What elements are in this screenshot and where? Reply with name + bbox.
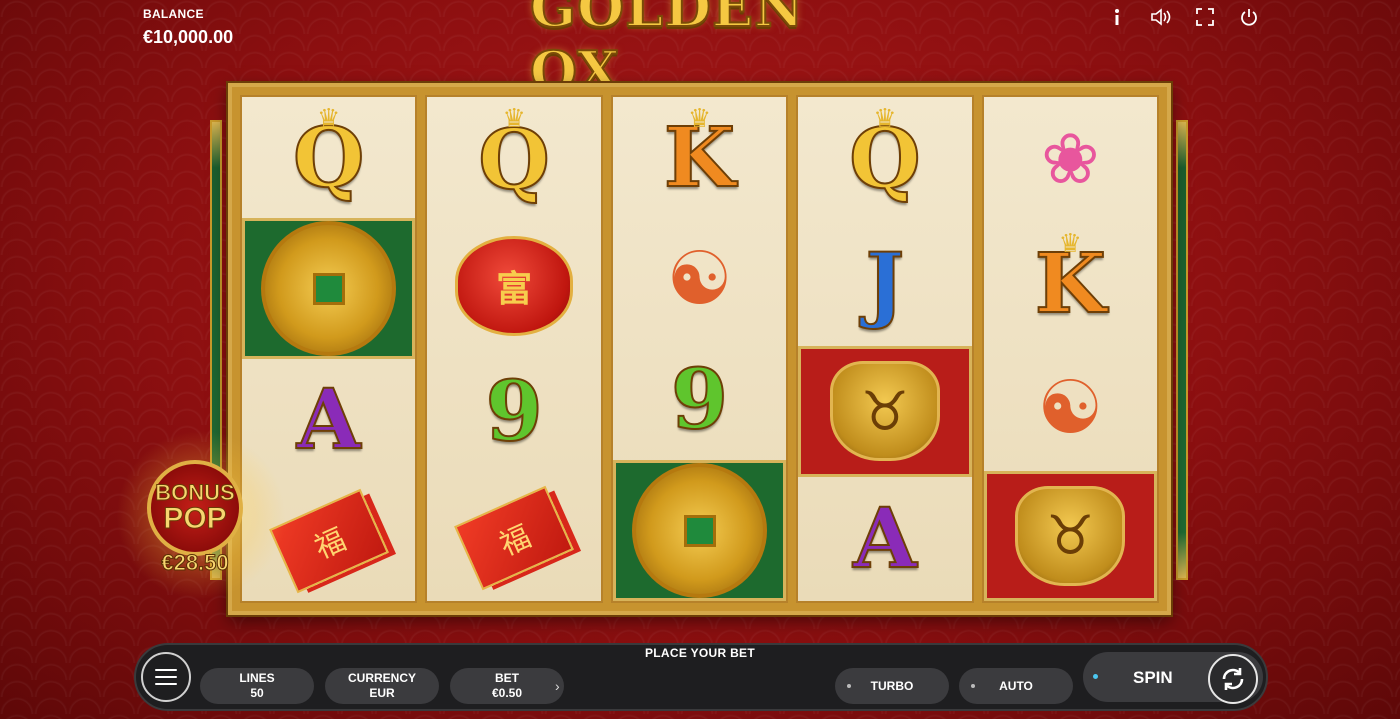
symbol-golden-ox: ♉ <box>798 346 972 477</box>
crown-icon: ♛ <box>687 103 712 133</box>
symbol-letter: A <box>296 371 362 468</box>
bet-value: €0.50 <box>491 686 523 700</box>
spin-indicator <box>1093 674 1098 679</box>
menu-button[interactable] <box>141 652 191 702</box>
koi-fish-icon: ☯ <box>666 236 733 320</box>
bonus-pop-disc: BONUS POP <box>147 460 243 556</box>
info-icon[interactable] <box>1106 6 1128 28</box>
reel-4: ♛ Q J ♉ A <box>796 95 974 603</box>
fullscreen-icon[interactable] <box>1194 6 1216 28</box>
auto-label: AUTO <box>999 678 1033 693</box>
hamburger-icon-bar <box>155 676 177 678</box>
symbol-king: ♛ K <box>984 222 1157 347</box>
reel-3: ♛ K ☯ 9 <box>610 95 789 603</box>
balance-label: BALANCE <box>143 7 204 21</box>
symbol-queen: ♛ Q <box>242 97 415 218</box>
bonus-pop-line2: POP <box>163 502 227 535</box>
auto-button[interactable]: AUTO <box>959 668 1073 704</box>
symbol-king: ♛ K <box>613 97 786 218</box>
balance-display: BALANCE €10,000.00 <box>143 7 233 48</box>
bonus-pop-badge: BONUS POP €28.50 <box>116 430 286 600</box>
symbol-letter: J <box>865 235 906 332</box>
reel-5: ❀ ♛ K ☯ ♉ <box>981 95 1160 603</box>
right-rail <box>1176 120 1188 580</box>
hamburger-icon-bar <box>155 683 177 685</box>
coin-icon <box>632 463 768 598</box>
crown-icon: ♛ <box>317 103 341 133</box>
currency-selector[interactable]: CURRENCY EUR <box>325 668 439 704</box>
symbol-letter: A <box>852 490 918 587</box>
symbol-letter: 9 <box>670 351 729 448</box>
symbol-nine: 9 <box>427 349 600 475</box>
symbol-letter: 9 <box>485 364 544 460</box>
turbo-label: TURBO <box>870 678 914 693</box>
envelope-icon: 福 <box>268 488 389 593</box>
game-logo: GOLDEN OX <box>529 0 805 104</box>
symbol-queen: ♛ Q <box>427 97 600 223</box>
balance-value: €10,000.00 <box>143 27 234 47</box>
symbol-gold-coin <box>242 218 416 359</box>
reels-frame: ♛ Q A 福 ♛ Q 富 9 福 ♛ K ☯ 9 ♛ Q J ♉ A ❀ ♛ … <box>228 83 1171 615</box>
symbol-gold-coin <box>612 460 787 601</box>
symbol-nine: 9 <box>613 339 786 460</box>
crown-icon: ♛ <box>873 103 897 133</box>
symbol-queen: ♛ Q <box>798 97 971 222</box>
symbol-koi-fish: ☯ <box>984 346 1157 471</box>
lines-selector[interactable]: LINES 50 <box>200 668 314 704</box>
envelope-icon: 福 <box>454 485 575 591</box>
turbo-button[interactable]: TURBO <box>835 668 949 704</box>
chevron-right-icon[interactable]: › <box>555 678 560 694</box>
crown-icon: ♛ <box>502 103 526 133</box>
symbol-golden-ox: ♉ <box>983 470 1158 601</box>
lines-label: LINES <box>239 671 275 685</box>
symbol-lotus: ❀ <box>984 97 1157 222</box>
spin-button[interactable] <box>1208 654 1258 704</box>
lines-value: 50 <box>250 686 264 700</box>
bonus-pop-amount: €28.50 <box>161 550 229 576</box>
lotus-icon: ❀ <box>1041 120 1100 199</box>
symbol-red-envelopes: 福 <box>427 475 600 601</box>
symbol-koi-fish: ☯ <box>613 218 786 339</box>
spin-label[interactable]: SPIN <box>1133 668 1173 688</box>
symbol-red-lantern: 富 <box>427 223 600 349</box>
symbol-ace: A <box>798 477 971 602</box>
currency-label: CURRENCY <box>347 671 416 685</box>
reel-2: ♛ Q 富 9 福 <box>425 95 603 603</box>
ox-head-icon: ♉ <box>1015 485 1126 586</box>
bet-label: BET <box>495 671 519 685</box>
refresh-icon <box>1222 668 1244 690</box>
koi-fish-icon: ☯ <box>1037 366 1104 450</box>
top-toolbar <box>1106 6 1260 28</box>
hamburger-icon <box>155 669 177 671</box>
turbo-indicator <box>847 684 851 688</box>
bet-selector[interactable]: BET €0.50 <box>450 668 564 704</box>
bonus-pop-line1: BONUS <box>155 480 235 505</box>
auto-indicator <box>971 684 975 688</box>
ox-head-icon: ♉ <box>829 361 940 462</box>
sound-icon[interactable] <box>1150 6 1172 28</box>
power-icon[interactable] <box>1238 6 1260 28</box>
lantern-icon: 富 <box>455 236 574 336</box>
coin-icon <box>261 221 397 356</box>
currency-value: EUR <box>369 686 395 700</box>
crown-icon: ♛ <box>1058 227 1082 258</box>
symbol-jack: J <box>798 222 971 347</box>
